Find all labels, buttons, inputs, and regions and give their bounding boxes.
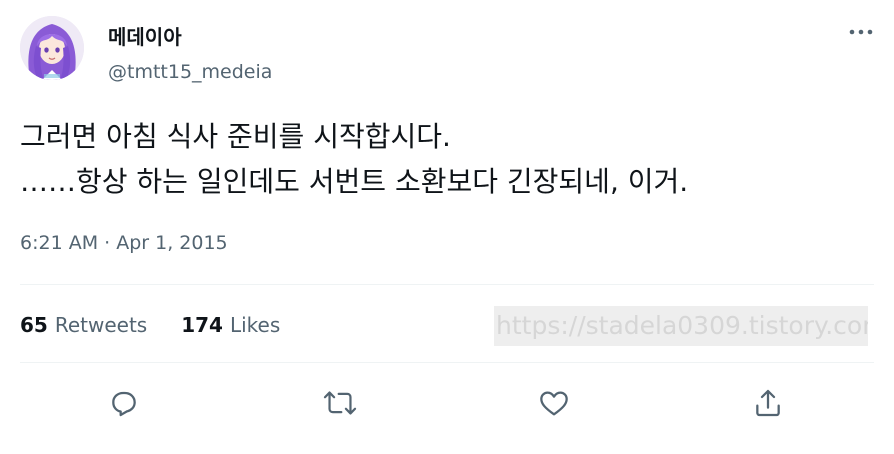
reply-button[interactable] [104, 383, 144, 423]
likes-count: 174 [181, 313, 223, 337]
retweets-stat[interactable]: 65 Retweets [20, 312, 147, 338]
retweet-icon [323, 391, 357, 415]
heart-icon [540, 391, 568, 416]
likes-stat[interactable]: 174 Likes [181, 312, 280, 338]
likes-label: Likes [229, 313, 281, 337]
action-bar [0, 372, 894, 432]
user-handle[interactable]: @tmtt15_medeia [108, 61, 272, 83]
like-button[interactable] [534, 383, 574, 423]
watermark: https://stadela0309.tistory.com [494, 306, 868, 346]
retweets-count: 65 [20, 313, 48, 337]
tweet-timestamp[interactable]: 6:21 AM · Apr 1, 2015 [20, 231, 228, 255]
divider-top [20, 284, 874, 285]
reply-icon [112, 391, 136, 417]
share-button[interactable] [748, 383, 788, 423]
retweets-label: Retweets [54, 313, 148, 337]
avatar-image [20, 16, 84, 80]
divider-bottom [20, 362, 874, 363]
more-options-button[interactable] [848, 22, 874, 42]
display-name[interactable]: 메데이아 [108, 25, 182, 49]
more-dots-icon [849, 29, 873, 35]
engagement-stats: 65 Retweets 174 Likes [20, 312, 280, 338]
retweet-button[interactable] [320, 383, 360, 423]
share-icon [756, 389, 780, 417]
tweet-text: 그러면 아침 식사 준비를 시작합시다. ……항상 하는 일인데도 서번트 소환… [20, 120, 689, 198]
avatar[interactable] [20, 16, 84, 80]
